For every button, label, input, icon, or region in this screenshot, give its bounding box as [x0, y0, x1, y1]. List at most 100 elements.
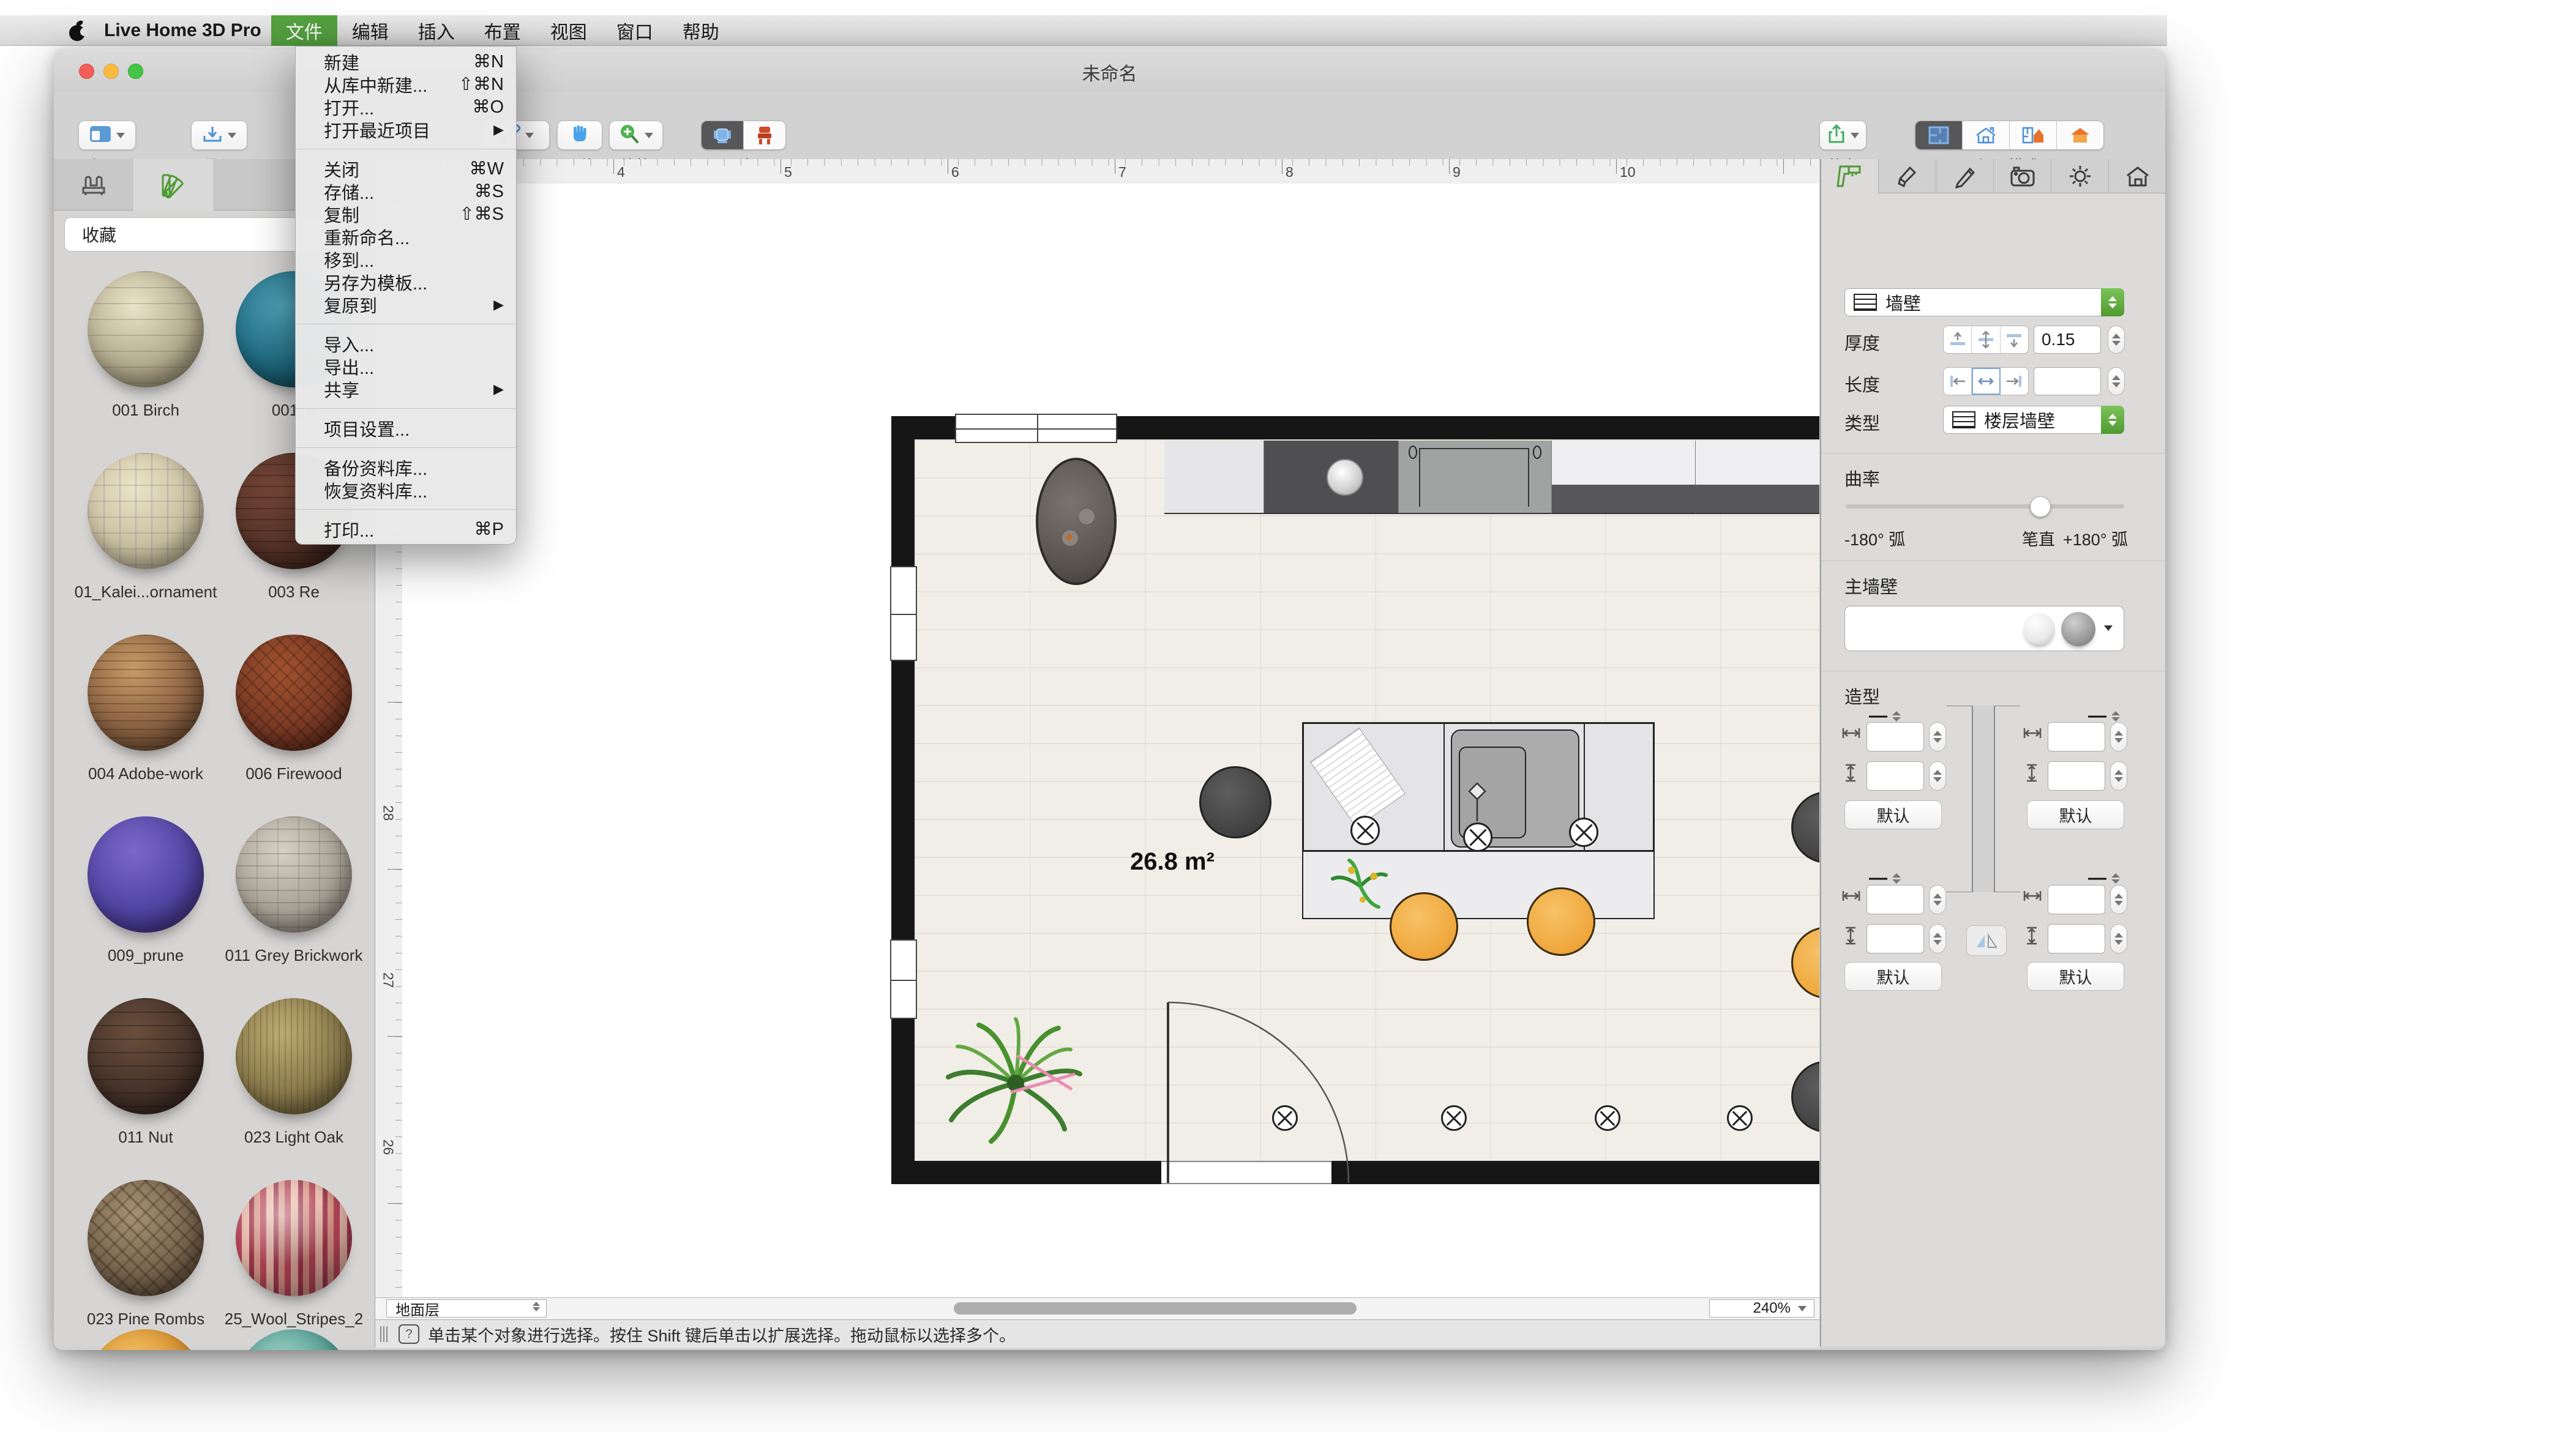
thickness-input[interactable]: 0.15	[2034, 326, 2101, 354]
pan-button[interactable]	[557, 121, 602, 150]
menubar-item-insert[interactable]: 插入	[403, 15, 470, 46]
cap-width-input[interactable]	[1866, 722, 1924, 751]
apple-icon[interactable]	[67, 18, 88, 43]
menu-item-backup-library[interactable]: 备份资料库...	[296, 456, 516, 479]
cap-height-stepper[interactable]	[1929, 924, 1946, 953]
default-button[interactable]: 默认	[2027, 962, 2124, 991]
tab-light[interactable]	[2051, 159, 2109, 193]
menubar-item-view[interactable]: 视图	[536, 15, 602, 46]
app-name[interactable]: Live Home 3D Pro	[104, 20, 261, 41]
help-icon[interactable]: ?	[399, 1324, 419, 1344]
align-bottom-button[interactable]	[2001, 326, 2028, 353]
tab-materials-library[interactable]	[133, 159, 213, 211]
menu-item-share[interactable]: 共享▶	[296, 378, 516, 400]
view-button[interactable]	[78, 121, 136, 150]
default-button[interactable]: 默认	[1844, 800, 1942, 829]
tab-materials[interactable]	[1879, 159, 1936, 193]
thickness-stepper[interactable]	[2108, 326, 2125, 354]
cap-height-input[interactable]	[2048, 761, 2105, 791]
tab-building[interactable]	[2109, 159, 2165, 193]
object-type-dropdown[interactable]: 墙壁	[1844, 288, 2124, 316]
texture-firewood[interactable]	[236, 635, 352, 751]
menubar-item-help[interactable]: 帮助	[668, 15, 734, 46]
texture-adobe-work[interactable]	[88, 635, 204, 751]
curvature-slider[interactable]	[1846, 504, 2124, 509]
flip-button[interactable]	[1966, 925, 2007, 956]
share-button[interactable]	[1819, 121, 1866, 150]
menu-item-export[interactable]: 导出...	[296, 355, 516, 378]
view-mode-3d-segment[interactable]	[2057, 121, 2103, 149]
cap-height-input[interactable]	[2048, 924, 2105, 953]
floor-select[interactable]: 地面层	[386, 1299, 547, 1318]
menu-item-save[interactable]: 存储...⌘S	[296, 180, 516, 203]
menu-item-import[interactable]: 导入...	[296, 332, 516, 355]
cap-height-input[interactable]	[1866, 761, 1924, 791]
rep2d-top-view-segment[interactable]	[702, 121, 744, 149]
import-button[interactable]	[191, 121, 247, 150]
drawing-area[interactable]: 26.8 m²	[402, 184, 1819, 1297]
menu-item-print[interactable]: 打印...⌘P	[296, 518, 516, 540]
default-button[interactable]: 默认	[2027, 800, 2124, 829]
texture-pine-rombs[interactable]	[88, 1180, 204, 1296]
menu-item-open[interactable]: 打开...⌘O	[296, 95, 516, 118]
menu-item-duplicate[interactable]: 复制⇧⌘S	[296, 203, 516, 225]
cap-width-input[interactable]	[2048, 885, 2105, 914]
texture-001-birch[interactable]	[88, 271, 204, 387]
texture-wool-stripes[interactable]	[236, 1180, 352, 1296]
view-mode-split-segment[interactable]	[2010, 121, 2057, 149]
cap-height-input[interactable]	[1866, 924, 1924, 953]
menu-item-rename[interactable]: 重新命名...	[296, 225, 516, 248]
tab-camera[interactable]	[1994, 159, 2051, 193]
drag-handle-icon[interactable]	[380, 1326, 388, 1342]
menu-item-project-settings[interactable]: 项目设置...	[296, 417, 516, 439]
length-stepper[interactable]	[2108, 367, 2125, 395]
texture-partial-orange[interactable]	[88, 1329, 204, 1350]
cap-height-stepper[interactable]	[1929, 761, 1946, 791]
menu-item-new[interactable]: 新建⌘N	[296, 50, 516, 73]
cap-width-stepper[interactable]	[1929, 885, 1946, 914]
menubar-item-edit[interactable]: 编辑	[337, 15, 403, 46]
menubar-item-file[interactable]: 文件	[271, 15, 337, 46]
curvature-knob[interactable]	[2030, 496, 2051, 517]
tab-dimensions[interactable]	[1821, 159, 1879, 193]
cap-height-stepper[interactable]	[2110, 761, 2127, 791]
canvas-zoom-select[interactable]: 240%	[1709, 1299, 1814, 1318]
menu-item-close[interactable]: 关闭⌘W	[296, 157, 516, 180]
tab-furniture-library[interactable]	[54, 159, 133, 211]
cap-width-stepper[interactable]	[1929, 722, 1946, 751]
texture-kaleidoscope-ornament[interactable]	[88, 453, 204, 569]
menu-item-save-as-template[interactable]: 另存为模板...	[296, 270, 516, 293]
menu-item-new-from-library[interactable]: 从库中新建...⇧⌘N	[296, 73, 516, 95]
menu-item-open-recent[interactable]: 打开最近项目▶	[296, 118, 516, 141]
menu-item-move-to[interactable]: 移到...	[296, 248, 516, 270]
texture-light-oak[interactable]	[236, 998, 352, 1114]
cap-height-stepper[interactable]	[2110, 924, 2127, 953]
anchor-both-button[interactable]	[1972, 368, 2000, 395]
align-top-button[interactable]	[1944, 326, 1972, 353]
cap-width-input[interactable]	[2048, 722, 2105, 751]
texture-grey-brickwork[interactable]	[236, 816, 352, 933]
align-center-button[interactable]	[1972, 326, 2000, 353]
menubar-item-arrange[interactable]: 布置	[470, 15, 536, 46]
texture-prune[interactable]	[88, 816, 204, 933]
cap-width-stepper[interactable]	[2110, 722, 2127, 751]
default-button[interactable]: 默认	[1844, 962, 1942, 991]
anchor-right-button[interactable]	[2001, 368, 2028, 395]
tab-edit[interactable]	[1936, 159, 1994, 193]
cap-width-input[interactable]	[1866, 885, 1924, 914]
cap-width-stepper[interactable]	[2110, 885, 2127, 914]
menu-item-revert-to[interactable]: 复原到▶	[296, 293, 516, 316]
menu-item-restore-library[interactable]: 恢复资料库...	[296, 479, 516, 501]
rep2d-front-view-segment[interactable]	[744, 121, 785, 149]
menubar-item-window[interactable]: 窗口	[602, 15, 668, 46]
texture-nut[interactable]	[88, 998, 204, 1114]
wall-type-dropdown[interactable]: 楼层墙壁	[1943, 406, 2124, 434]
anchor-left-button[interactable]	[1944, 368, 1972, 395]
view-mode-elevation-segment[interactable]	[1963, 121, 2010, 149]
floor-plan-room[interactable]: 26.8 m²	[891, 416, 1819, 1184]
texture-partial-teal[interactable]	[236, 1329, 352, 1350]
view-mode-plan-segment[interactable]	[1915, 121, 1963, 149]
zoom-tool-button[interactable]	[609, 121, 663, 150]
length-input[interactable]	[2034, 367, 2101, 395]
horizontal-scrollbar[interactable]	[954, 1302, 1357, 1315]
